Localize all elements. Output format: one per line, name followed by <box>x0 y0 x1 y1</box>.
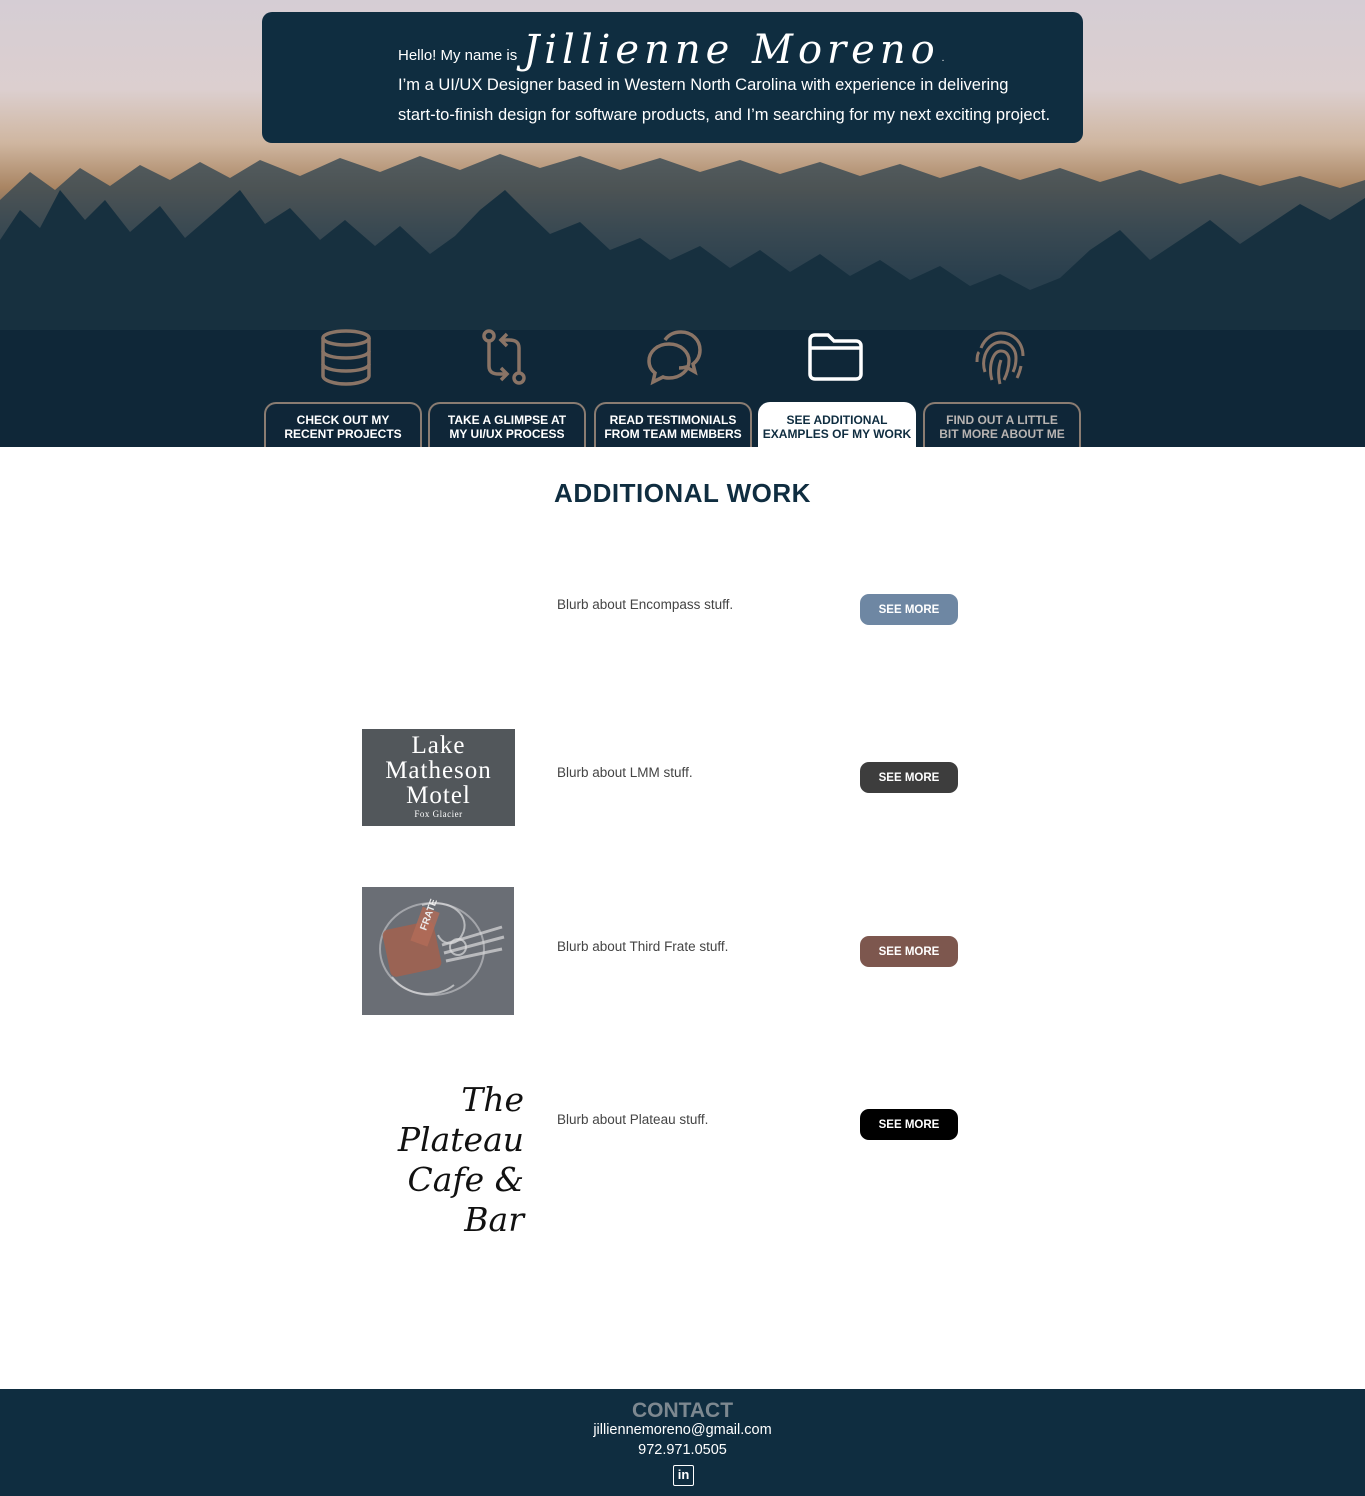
logo-line: The Plateau <box>397 1080 524 1159</box>
tab-additional-work[interactable]: SEE ADDITIONAL EXAMPLES OF MY WORK <box>758 402 916 447</box>
tab-label-line-2: FROM TEAM MEMBERS <box>604 427 742 441</box>
hello-text: Hello! My name is <box>398 47 518 64</box>
see-more-button[interactable]: SEE MORE <box>860 594 958 625</box>
contact-footer: CONTACT jilliennemoreno@gmail.com 972.97… <box>0 1389 1365 1496</box>
logo-subtitle: Fox Glacier <box>414 809 463 819</box>
logo-word: Motel <box>406 782 471 809</box>
intro-line-2: start-to-finish design for software prod… <box>398 106 1051 124</box>
contact-heading: CONTACT <box>631 1399 734 1422</box>
see-more-button[interactable]: SEE MORE <box>860 762 958 793</box>
tab-label-line-2: RECENT PROJECTS <box>284 427 402 441</box>
intro-greeting: Hello! My name is Jillienne Moreno . <box>398 26 944 70</box>
name-period: . <box>941 53 945 64</box>
tab-recent-projects[interactable]: CHECK OUT MY RECENT PROJECTS <box>264 402 422 447</box>
tab-label-line-2: MY UI/UX PROCESS <box>449 427 565 441</box>
see-more-button[interactable]: SEE MORE <box>860 936 958 967</box>
tab-about-me[interactable]: FIND OUT A LITTLE BIT MORE ABOUT ME <box>923 402 1081 447</box>
linkedin-icon[interactable]: in <box>673 1465 694 1486</box>
intro-description: I’m a UI/UX Designer based in Western No… <box>398 70 1078 130</box>
hero-banner: Hello! My name is Jillienne Moreno . I’m… <box>0 0 1365 447</box>
section-tabs: CHECK OUT MY RECENT PROJECTS TAKE A GLIM… <box>262 402 1083 447</box>
tab-label-line-1: CHECK OUT MY <box>296 413 390 427</box>
logo-word: Lake <box>411 732 466 759</box>
contact-email-link[interactable]: jilliennemoreno@gmail.com <box>0 1422 1365 1438</box>
logo-line: Cafe & Bar <box>407 1160 524 1239</box>
third-frate-logo: FRATE <box>362 887 514 1015</box>
section-title: ADDITIONAL WORK <box>554 478 811 508</box>
nav-icons <box>262 325 1083 389</box>
tab-label-line-2: EXAMPLES OF MY WORK <box>762 427 912 441</box>
logo-word: Matheson <box>385 757 492 784</box>
see-more-button[interactable]: SEE MORE <box>860 1109 958 1140</box>
work-blurb: Blurb about Plateau stuff. <box>557 1112 709 1127</box>
tab-label-line-1: READ TESTIMONIALS <box>609 413 737 427</box>
tab-testimonials[interactable]: READ TESTIMONIALS FROM TEAM MEMBERS <box>594 402 752 447</box>
tab-label-line-1: SEE ADDITIONAL <box>786 413 888 427</box>
work-blurb: Blurb about Encompass stuff. <box>557 597 734 612</box>
lake-matheson-motel-logo: Lake Matheson Motel Fox Glacier <box>362 729 515 826</box>
tab-label-line-2: BIT MORE ABOUT ME <box>939 427 1065 441</box>
designer-name: Jillienne Moreno <box>523 27 940 73</box>
intro-card: Hello! My name is Jillienne Moreno . I’m… <box>262 12 1083 143</box>
tab-label-line-1: TAKE A GLIMPSE AT <box>447 413 567 427</box>
folder-icon[interactable] <box>803 325 867 389</box>
tab-ux-process[interactable]: TAKE A GLIMPSE AT MY UI/UX PROCESS <box>428 402 586 447</box>
intro-line-1: I’m a UI/UX Designer based in Western No… <box>398 76 1009 94</box>
fingerprint-icon[interactable] <box>968 325 1032 389</box>
work-blurb: Blurb about Third Frate stuff. <box>557 939 729 954</box>
work-blurb: Blurb about LMM stuff. <box>557 765 693 780</box>
git-compare-icon[interactable] <box>472 325 536 389</box>
database-icon[interactable] <box>314 325 378 389</box>
contact-phone: 972.971.0505 <box>638 1442 727 1458</box>
tab-label-line-1: FIND OUT A LITTLE <box>946 413 1058 427</box>
chat-bubbles-icon[interactable] <box>642 325 706 389</box>
plateau-cafe-logo: The Plateau Cafe & Bar <box>344 1080 524 1239</box>
